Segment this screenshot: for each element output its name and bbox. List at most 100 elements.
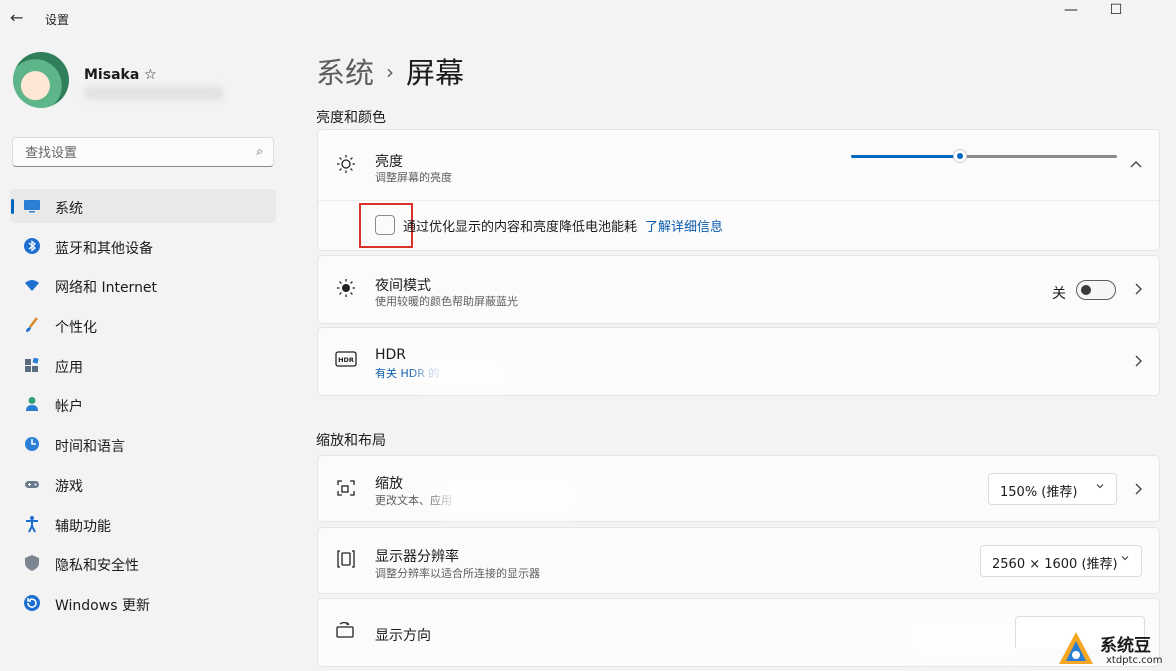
orientation-card: 显示方向: [317, 598, 1160, 667]
sidebar-item-label: 网络和 Internet: [55, 280, 158, 297]
scale-title: 缩放: [375, 476, 403, 492]
resolution-description: 调整分辨率以适合所连接的显示器: [375, 567, 540, 580]
brightness-title: 亮度: [375, 154, 403, 170]
sidebar-item-accounts[interactable]: 帐户: [10, 387, 276, 421]
svg-text:HDR: HDR: [338, 356, 354, 364]
watermark: 系统豆 xtdptc.com: [1048, 625, 1176, 671]
watermark-url: xtdptc.com: [1106, 655, 1163, 666]
chevron-up-icon[interactable]: [1129, 157, 1143, 173]
watermark-logo: [1059, 632, 1093, 664]
maximize-button[interactable]: ☐: [1093, 2, 1139, 24]
sidebar-item-time-language[interactable]: 时间和语言: [10, 427, 276, 461]
scale-value: 150% (推荐): [1000, 485, 1078, 500]
hdr-icon: HDR: [334, 350, 358, 374]
night-light-toggle[interactable]: [1076, 280, 1116, 300]
breadcrumb-parent[interactable]: 系统: [316, 56, 374, 90]
night-light-description: 使用较暖的颜色帮助屏蔽蓝光: [375, 295, 518, 308]
chevron-right-icon[interactable]: [1133, 482, 1143, 500]
person-icon: [23, 395, 41, 413]
sidebar-item-label: 系统: [55, 201, 83, 217]
back-arrow-icon[interactable]: ←: [10, 8, 28, 28]
update-icon: [23, 594, 41, 612]
sun-icon: [334, 154, 358, 178]
sidebar-item-label: Windows 更新: [55, 597, 150, 614]
sidebar-item-apps[interactable]: 应用: [10, 348, 276, 382]
battery-option-label: 通过优化显示的内容和亮度降低电池能耗 了解详细信息: [403, 216, 723, 235]
sidebar-item-windows-update[interactable]: Windows 更新: [10, 586, 276, 620]
sidebar-item-label: 帐户: [55, 399, 83, 416]
chevron-down-icon: [1095, 481, 1105, 494]
page-title: 屏幕: [406, 56, 465, 90]
apps-icon: [23, 356, 41, 374]
user-email-blurred: [84, 86, 224, 100]
sidebar-item-label: 时间和语言: [55, 439, 125, 456]
bluetooth-icon: [23, 237, 41, 255]
blurred-area: [438, 476, 578, 516]
scale-icon: [334, 478, 358, 502]
avatar[interactable]: [13, 52, 69, 108]
night-light-state: 关: [1052, 286, 1066, 302]
brightness-card: 亮度 调整屏幕的亮度 通过优化显示的内容和亮度降低电池能耗 了解详细信息: [317, 129, 1160, 251]
resolution-card: 显示器分辨率 调整分辨率以适合所连接的显示器 2560 × 1600 (推荐): [317, 527, 1160, 594]
blurred-area: [908, 619, 1028, 659]
section-title-brightness-color: 亮度和颜色: [316, 110, 386, 126]
sidebar-item-privacy[interactable]: 隐私和安全性: [10, 546, 276, 580]
sidebar-item-accessibility[interactable]: 辅助功能: [10, 507, 276, 541]
breadcrumb: 系统 › 屏幕: [316, 50, 464, 92]
sidebar-item-network[interactable]: 网络和 Internet: [10, 268, 276, 302]
sidebar-item-label: 个性化: [55, 320, 97, 337]
section-title-scale-layout: 缩放和布局: [316, 433, 386, 449]
battery-option-row: 通过优化显示的内容和亮度降低电池能耗 了解详细信息: [318, 200, 1159, 252]
search-input[interactable]: [23, 143, 237, 163]
battery-option-text: 通过优化显示的内容和亮度降低电池能耗: [403, 220, 638, 235]
scale-card[interactable]: 缩放 更改文本、应用 150% (推荐): [317, 455, 1160, 522]
brightness-description: 调整屏幕的亮度: [375, 171, 452, 184]
sidebar-item-label: 隐私和安全性: [55, 558, 139, 575]
battery-saving-checkbox[interactable]: [375, 215, 395, 235]
brush-icon: [23, 316, 41, 334]
hdr-title: HDR: [375, 347, 407, 363]
chevron-right-icon[interactable]: [1133, 282, 1143, 300]
sidebar-item-system[interactable]: 系统: [10, 189, 276, 223]
brightness-row[interactable]: 亮度 调整屏幕的亮度: [318, 130, 1159, 201]
slider-thumb[interactable]: [953, 149, 968, 163]
minimize-button[interactable]: —: [1048, 2, 1094, 24]
shield-icon: [23, 554, 41, 572]
chevron-right-icon[interactable]: [1133, 354, 1143, 372]
accessibility-icon: [23, 515, 41, 533]
app-title: 设置: [45, 13, 70, 27]
resolution-value: 2560 × 1600 (推荐): [992, 557, 1118, 572]
hdr-card[interactable]: HDR HDR 有关 HDR 的: [317, 327, 1160, 396]
sidebar-item-personalization[interactable]: 个性化: [10, 308, 276, 342]
sidebar-item-label: 游戏: [55, 478, 83, 495]
display-icon: [23, 197, 41, 215]
blurred-area: [418, 358, 508, 388]
orientation-icon: [334, 621, 358, 645]
gamepad-icon: [23, 475, 41, 493]
resolution-dropdown[interactable]: 2560 × 1600 (推荐): [980, 545, 1142, 577]
globe-clock-icon: [23, 435, 41, 453]
search-box[interactable]: ⌕: [12, 137, 274, 167]
sidebar-item-gaming[interactable]: 游戏: [10, 467, 276, 501]
night-light-title: 夜间模式: [375, 278, 431, 294]
resolution-title: 显示器分辨率: [375, 549, 459, 565]
title-bar: ← 设置 — ☐: [0, 0, 1176, 36]
scale-dropdown[interactable]: 150% (推荐): [988, 473, 1117, 505]
watermark-name: 系统豆: [1100, 636, 1151, 656]
wifi-icon: [23, 276, 41, 294]
slider-fill: [851, 155, 961, 158]
sidebar-item-label: 辅助功能: [55, 518, 111, 535]
chevron-down-icon: [1120, 553, 1130, 566]
night-light-icon: [334, 278, 358, 302]
sidebar-item-label: 应用: [55, 359, 83, 376]
sidebar-nav: 系统 蓝牙和其他设备 网络和 Internet 个性化 应用 帐户 时间和语言 …: [10, 189, 276, 626]
orientation-title: 显示方向: [375, 628, 431, 644]
sidebar-item-bluetooth[interactable]: 蓝牙和其他设备: [10, 229, 276, 263]
sidebar-item-label: 蓝牙和其他设备: [55, 240, 153, 257]
user-name: Misaka ☆: [84, 67, 157, 83]
learn-more-link[interactable]: 了解详细信息: [645, 220, 723, 235]
breadcrumb-separator: ›: [386, 60, 395, 84]
brightness-slider[interactable]: [851, 149, 1117, 165]
night-light-card[interactable]: 夜间模式 使用较暖的颜色帮助屏蔽蓝光 关: [317, 255, 1160, 324]
search-icon[interactable]: ⌕: [256, 144, 263, 159]
